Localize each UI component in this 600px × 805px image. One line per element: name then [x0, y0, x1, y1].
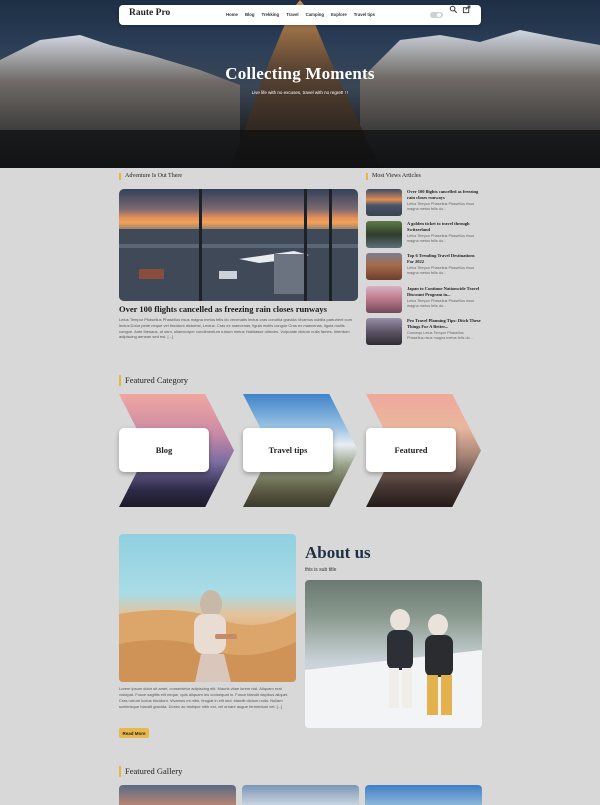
site-brand[interactable]: Raute Pro	[129, 8, 170, 18]
featured-article-image[interactable]	[119, 189, 358, 301]
article-excerpt: Letus Tempor Phasellus Phasellus risus m…	[407, 202, 475, 211]
list-item[interactable]: Top 6 Trending Travel Destinations For 2…	[366, 253, 481, 283]
category-card-featured[interactable]: Featured	[366, 394, 481, 507]
nav-item-travel-tips[interactable]: Travel tips	[354, 12, 375, 17]
about-subtitle: this is sub title	[305, 567, 337, 573]
article-title[interactable]: A golden ticket to travel through Switze…	[407, 221, 482, 232]
dark-mode-toggle[interactable]	[430, 12, 443, 18]
nav-item-home[interactable]: Home	[226, 12, 238, 17]
hero-banner: Raute Pro Home Blog Trekking Travel Camp…	[0, 0, 600, 168]
article-thumbnail[interactable]	[366, 189, 402, 216]
nav-item-travel[interactable]: Travel	[286, 12, 298, 17]
nav-item-explore[interactable]: Explore	[331, 12, 347, 17]
category-label[interactable]: Featured	[366, 428, 456, 472]
category-card-travel-tips[interactable]: Travel tips	[243, 394, 358, 507]
featured-article-title[interactable]: Over 100 flights cancelled as freezing r…	[119, 304, 364, 314]
featured-gallery-heading: Featured Gallery	[119, 766, 182, 777]
article-title[interactable]: Top 6 Trending Travel Destinations For 2…	[407, 253, 482, 264]
category-label[interactable]: Travel tips	[243, 428, 333, 472]
article-thumbnail[interactable]	[366, 286, 402, 313]
about-text: Lorem ipsum dolor sit amet, consectetur …	[119, 686, 289, 709]
article-title[interactable]: Over 100 flights cancelled as freezing r…	[407, 189, 482, 200]
gallery-item[interactable]	[242, 785, 359, 805]
list-item[interactable]: Over 100 flights cancelled as freezing r…	[366, 189, 481, 219]
article-thumbnail[interactable]	[366, 253, 402, 280]
article-excerpt: Consequ Letus Tempor Phasellus Phasellus…	[407, 331, 473, 340]
nav-item-camping[interactable]: Camping	[306, 12, 324, 17]
airport-illustration	[119, 189, 358, 301]
adventure-heading: Adventure Is Out There	[119, 173, 182, 180]
nav-item-blog[interactable]: Blog	[245, 12, 255, 17]
featured-category-heading: Featured Category	[119, 375, 188, 386]
gallery-item[interactable]	[119, 785, 236, 805]
article-excerpt: Letus Tempor Phasellus Phasellus risus m…	[407, 299, 475, 308]
snow-hikers-illustration	[305, 609, 482, 728]
most-viewed-heading: Most Views Articles	[366, 173, 421, 180]
list-item[interactable]: Japan to Continue Nationwide Travel Disc…	[366, 286, 481, 316]
article-title[interactable]: Pro Travel Planning Tips: Ditch These Th…	[407, 318, 482, 329]
article-title[interactable]: Japan to Continue Nationwide Travel Disc…	[407, 286, 482, 297]
article-thumbnail[interactable]	[366, 221, 402, 248]
desert-illustration	[119, 590, 296, 682]
nav-item-trekking[interactable]: Trekking	[262, 12, 280, 17]
hero-title: Collecting Moments	[225, 64, 375, 83]
article-thumbnail[interactable]	[366, 318, 402, 345]
article-excerpt: Letus Tempor Phasellus Phasellus risus m…	[407, 266, 475, 275]
read-more-button[interactable]: Read More	[119, 728, 149, 738]
share-icon[interactable]	[462, 5, 471, 14]
article-excerpt: Letus Tempor Phasellus Phasellus risus m…	[407, 234, 475, 243]
category-card-blog[interactable]: Blog	[119, 394, 234, 507]
list-item[interactable]: A golden ticket to travel through Switze…	[366, 221, 481, 251]
top-navbar: Raute Pro Home Blog Trekking Travel Camp…	[119, 5, 481, 25]
mountain-illustration	[0, 0, 600, 168]
about-image-snow	[305, 580, 482, 728]
category-label[interactable]: Blog	[119, 428, 209, 472]
featured-article-excerpt: Letus Tempor Phasellus Phasellus risus m…	[119, 317, 353, 340]
gallery-item[interactable]	[365, 785, 482, 805]
hero-subtitle: Live life with no excuses, travel with n…	[251, 90, 349, 95]
list-item[interactable]: Pro Travel Planning Tips: Ditch These Th…	[366, 318, 481, 348]
main-nav: Home Blog Trekking Travel Camping Explor…	[226, 12, 375, 17]
about-title: About us	[305, 543, 371, 562]
about-image-desert	[119, 534, 296, 682]
search-icon[interactable]	[449, 5, 458, 14]
